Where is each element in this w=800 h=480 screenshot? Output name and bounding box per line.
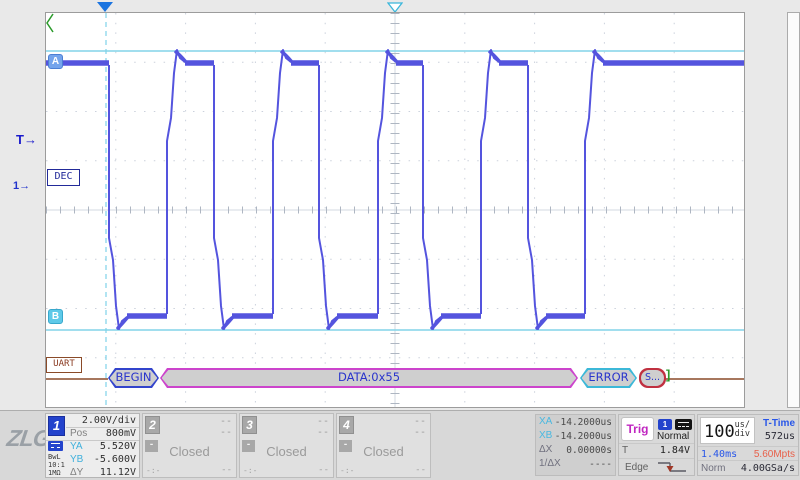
falling-edge-icon: [655, 460, 689, 475]
cursor-yb-badge[interactable]: B: [48, 309, 63, 324]
trigger-level-indicator[interactable]: T→: [16, 132, 37, 147]
ch3-dash2: --: [317, 427, 329, 438]
ch1-yb-value: -5.600V: [94, 454, 136, 465]
sample-rate: 4.00GSa/s: [741, 463, 795, 474]
memory-depth: 5.60Mpts: [754, 449, 795, 460]
ch4-dash1: --: [414, 416, 426, 427]
cursor-readout-panel[interactable]: XA -14.2000us XB -14.2000us ΔX 0.00000s …: [535, 414, 616, 476]
xa-label: XA: [539, 416, 552, 427]
ttime-label: T-Time: [763, 418, 795, 429]
xb-value: -14.2000us: [555, 431, 612, 442]
ch1-coupling-dc-icon: [48, 441, 63, 451]
trigger-t-label: T: [622, 445, 628, 456]
ch4-dash2: --: [414, 427, 426, 438]
trigger-level: 1.84V: [660, 445, 690, 456]
ch3-state: Closed: [240, 444, 333, 459]
uart-bus-label: UART: [46, 357, 82, 373]
dx-label: ΔX: [539, 444, 552, 455]
channel2-badge[interactable]: 2: [145, 416, 160, 434]
ch1-impedance: 1MΩ: [48, 469, 61, 477]
timebase-scale: 100: [704, 422, 735, 442]
status-bar: ZLG® 1 2.00V/div Pos 800mV YA 5.520V BwL…: [0, 410, 800, 480]
uart-frame-begin: BEGIN: [108, 368, 159, 388]
trigger-coupling-dc-icon: [675, 419, 692, 430]
channel1-panel[interactable]: 1 2.00V/div Pos 800mV YA 5.520V BwL 10:1…: [45, 413, 140, 478]
ch2-dash1: --: [220, 416, 232, 427]
scope-display: A B DEC UART BEGIN DATA:0x55 ERROR S... …: [45, 12, 745, 408]
uart-frame-stop: S...: [639, 368, 666, 388]
channel4-badge[interactable]: 4: [339, 416, 354, 434]
ch4-nd1: -:-: [340, 466, 354, 475]
time-window: 1.40ms: [701, 449, 737, 460]
ch4-state: Closed: [337, 444, 430, 459]
invdx-value: ----: [589, 459, 612, 470]
channel3-badge[interactable]: 3: [242, 416, 257, 434]
channel4-panel[interactable]: 4 -- -- - Closed -:- --: [336, 413, 431, 478]
ch1-probe-ratio: 10:1: [48, 461, 65, 469]
invdx-label: 1/ΔX: [539, 458, 561, 469]
decode-indicator: DEC: [47, 169, 80, 186]
trigger-source-badge: 1: [658, 419, 672, 430]
xb-label: XB: [539, 430, 552, 441]
uart-frame-error: ERROR: [580, 368, 637, 388]
channel1-level-indicator[interactable]: 1→: [13, 180, 30, 192]
ch2-dash2: --: [220, 427, 232, 438]
ch2-state: Closed: [143, 444, 236, 459]
dx-value: 0.00000s: [566, 445, 612, 456]
timebase-scale-box[interactable]: 100 us/ div: [700, 417, 755, 444]
ch3-nd2: --: [318, 465, 329, 475]
timebase-unit: us/ div: [735, 421, 750, 439]
uart-frame-data: DATA:0x55: [160, 368, 578, 388]
ch1-pos-value: 800mV: [106, 428, 136, 439]
channel2-panel[interactable]: 2 -- -- - Closed -:- --: [142, 413, 237, 478]
ch3-dash1: --: [317, 416, 329, 427]
cursor-ya-badge[interactable]: A: [48, 54, 63, 69]
ch2-nd1: -:-: [146, 466, 160, 475]
waveform-ch1-edges: [109, 50, 603, 329]
timebase-panel[interactable]: 100 us/ div T-Time 572us 1.40ms 5.60Mpts…: [697, 414, 799, 476]
trig-button[interactable]: Trig: [621, 417, 654, 441]
channel1-badge[interactable]: 1: [48, 416, 65, 436]
ch2-nd2: --: [221, 465, 232, 475]
ch1-dy-label: ΔY: [70, 467, 83, 478]
ch1-volts-div: 2.00V/div: [82, 415, 136, 426]
ch1-yb-label: YB: [70, 454, 83, 465]
ch1-dy-value: 11.12V: [100, 467, 136, 478]
ch4-nd2: --: [415, 465, 426, 475]
ch3-nd1: -:-: [243, 466, 257, 475]
frame-start-chevron: [46, 13, 54, 33]
frame-end-bracket: ]: [666, 367, 670, 382]
ttime-value: 572us: [765, 431, 795, 442]
ch1-ya-value: 5.520V: [100, 441, 136, 452]
ch1-bwl-label: BwL: [48, 453, 61, 461]
side-scroll-strip[interactable]: [787, 12, 800, 408]
ch1-pos-label: Pos: [70, 428, 87, 439]
oscilloscope-app: { "screen": { "cursor_a_label": "A", "cu…: [0, 0, 800, 480]
xa-value: -14.2000us: [555, 417, 612, 428]
trigger-mode: Normal: [657, 431, 689, 442]
scope-canvas: [46, 13, 744, 407]
ch1-ya-label: YA: [70, 441, 83, 452]
trigger-panel[interactable]: Trig 1 Normal T 1.84V Edge: [618, 414, 695, 476]
trigger-type: Edge: [625, 462, 648, 473]
channel3-panel[interactable]: 3 -- -- - Closed -:- --: [239, 413, 334, 478]
trigger-position-marker[interactable]: [97, 2, 113, 12]
acquire-mode: Norm: [701, 463, 725, 474]
